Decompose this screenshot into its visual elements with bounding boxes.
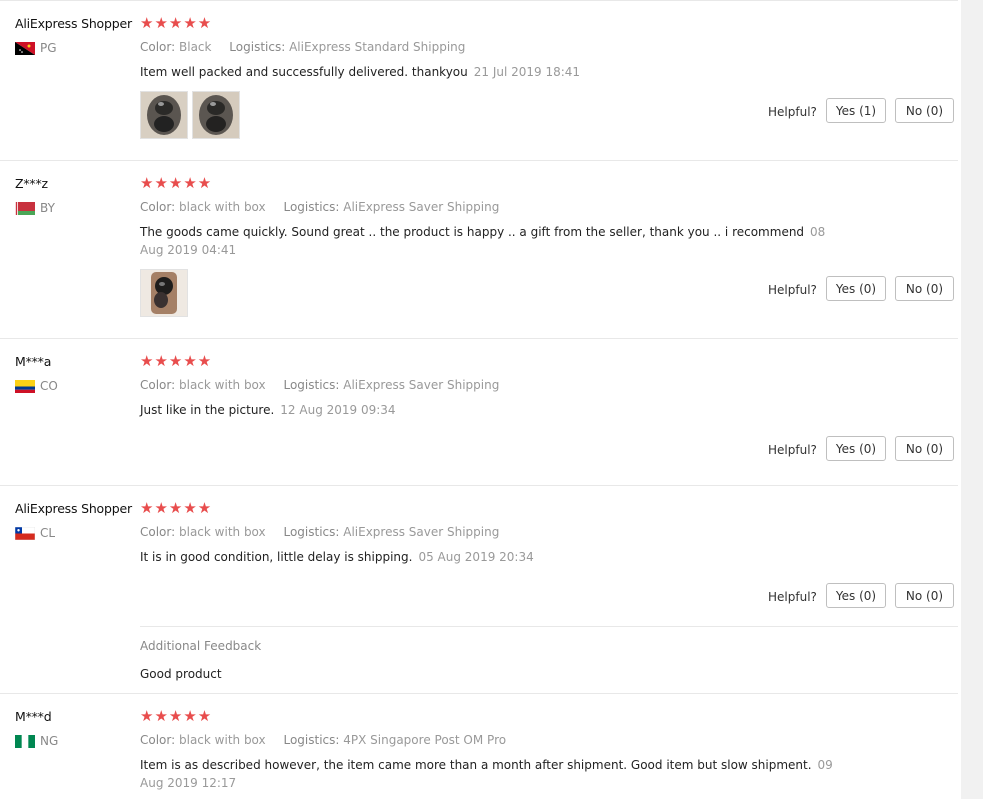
logistics-value: AliExpress Saver Shipping — [343, 525, 500, 539]
review-text-block: It is in good condition, little delay is… — [140, 548, 840, 566]
reviewer-country: PG — [15, 41, 57, 55]
reviewer-name: M***a — [15, 354, 52, 369]
logistics-label: Logistics: — [229, 40, 286, 54]
reviewer-name: M***d — [15, 709, 52, 724]
helpful-yes-button[interactable]: Yes (0) — [826, 276, 886, 301]
reviewer-country: NG — [15, 734, 58, 748]
reviewer-country: BY — [15, 201, 55, 215]
helpful-yes-button[interactable]: Yes (1) — [826, 98, 886, 123]
review-date: 21 Jul 2019 18:41 — [473, 65, 581, 79]
logistics-label: Logistics: — [283, 378, 340, 392]
divider — [0, 485, 958, 486]
colombia-flag-icon — [15, 379, 35, 393]
review-text-block: Just like in the picture. 12 Aug 2019 09:… — [140, 401, 840, 419]
helpful-label: Helpful? — [768, 105, 817, 119]
logistics-value: AliExpress Saver Shipping — [343, 378, 500, 392]
order-info: Color: black with box Logistics: 4PX Sin… — [140, 733, 506, 747]
review-text: Item is as described however, the item c… — [140, 758, 812, 772]
scrollbar-track[interactable] — [961, 0, 983, 799]
color-value: black with box — [179, 200, 266, 214]
logistics-label: Logistics: — [283, 525, 340, 539]
divider — [0, 693, 958, 694]
reviewer-country: CO — [15, 379, 58, 393]
reviewer-name: AliExpress Shopper — [15, 16, 132, 31]
color-value: black with box — [179, 525, 266, 539]
review-text: Just like in the picture. — [140, 403, 275, 417]
star-rating: ★★★★★ — [140, 174, 213, 192]
logistics-label: Logistics: — [283, 200, 340, 214]
helpful-label: Helpful? — [768, 443, 817, 457]
helpful-label: Helpful? — [768, 283, 817, 297]
chile-flag-icon — [15, 526, 35, 540]
review-photo-thumbnail[interactable] — [140, 269, 188, 317]
order-info: Color: black with box Logistics: AliExpr… — [140, 200, 499, 214]
review-photos — [140, 91, 244, 139]
country-code: BY — [40, 201, 55, 215]
star-rating: ★★★★★ — [140, 499, 213, 517]
additional-feedback-title: Additional Feedback — [140, 639, 262, 653]
review-text-block: The goods came quickly. Sound great .. t… — [140, 223, 840, 259]
reviewer-name: Z***z — [15, 176, 48, 191]
star-rating: ★★★★★ — [140, 14, 213, 32]
order-info: Color: Black Logistics: AliExpress Stand… — [140, 40, 465, 54]
country-code: CO — [40, 379, 58, 393]
review-text: Item well packed and successfully delive… — [140, 65, 468, 79]
papua-new-guinea-flag-icon — [15, 41, 35, 55]
logistics-value: AliExpress Standard Shipping — [289, 40, 466, 54]
review-text-block: Item is as described however, the item c… — [140, 756, 840, 792]
review-photos — [140, 269, 192, 317]
logistics-value: 4PX Singapore Post OM Pro — [343, 733, 507, 747]
helpful-no-button[interactable]: No (0) — [895, 98, 954, 123]
review-date: 12 Aug 2019 09:34 — [280, 403, 396, 417]
review-text: It is in good condition, little delay is… — [140, 550, 413, 564]
review-text: The goods came quickly. Sound great .. t… — [140, 225, 805, 239]
nigeria-flag-icon — [15, 734, 35, 748]
order-info: Color: black with box Logistics: AliExpr… — [140, 378, 499, 392]
helpful-yes-button[interactable]: Yes (0) — [826, 436, 886, 461]
logistics-label: Logistics: — [283, 733, 340, 747]
reviewer-name: AliExpress Shopper — [15, 501, 132, 516]
review-date: 05 Aug 2019 20:34 — [418, 550, 534, 564]
helpful-no-button[interactable]: No (0) — [895, 436, 954, 461]
reviewer-country: CL — [15, 526, 55, 540]
country-code: PG — [40, 41, 57, 55]
helpful-no-button[interactable]: No (0) — [895, 276, 954, 301]
helpful-yes-button[interactable]: Yes (0) — [826, 583, 886, 608]
order-info: Color: black with box Logistics: AliExpr… — [140, 525, 499, 539]
color-label: Color: — [140, 40, 176, 54]
helpful-no-button[interactable]: No (0) — [895, 583, 954, 608]
additional-feedback-text: Good product — [140, 667, 222, 681]
divider — [0, 338, 958, 339]
belarus-flag-icon — [15, 201, 35, 215]
divider — [140, 626, 958, 627]
review-photo-thumbnail[interactable] — [192, 91, 240, 139]
star-rating: ★★★★★ — [140, 707, 213, 725]
country-code: NG — [40, 734, 59, 748]
logistics-value: AliExpress Saver Shipping — [343, 200, 500, 214]
helpful-label: Helpful? — [768, 590, 817, 604]
color-label: Color: — [140, 525, 176, 539]
color-value: Black — [179, 40, 212, 54]
color-value: black with box — [179, 733, 266, 747]
divider — [0, 0, 958, 1]
color-label: Color: — [140, 200, 176, 214]
color-value: black with box — [179, 378, 266, 392]
country-code: CL — [40, 526, 56, 540]
star-rating: ★★★★★ — [140, 352, 213, 370]
divider — [0, 160, 958, 161]
color-label: Color: — [140, 733, 176, 747]
review-photo-thumbnail[interactable] — [140, 91, 188, 139]
color-label: Color: — [140, 378, 176, 392]
review-text-block: Item well packed and successfully delive… — [140, 63, 840, 81]
